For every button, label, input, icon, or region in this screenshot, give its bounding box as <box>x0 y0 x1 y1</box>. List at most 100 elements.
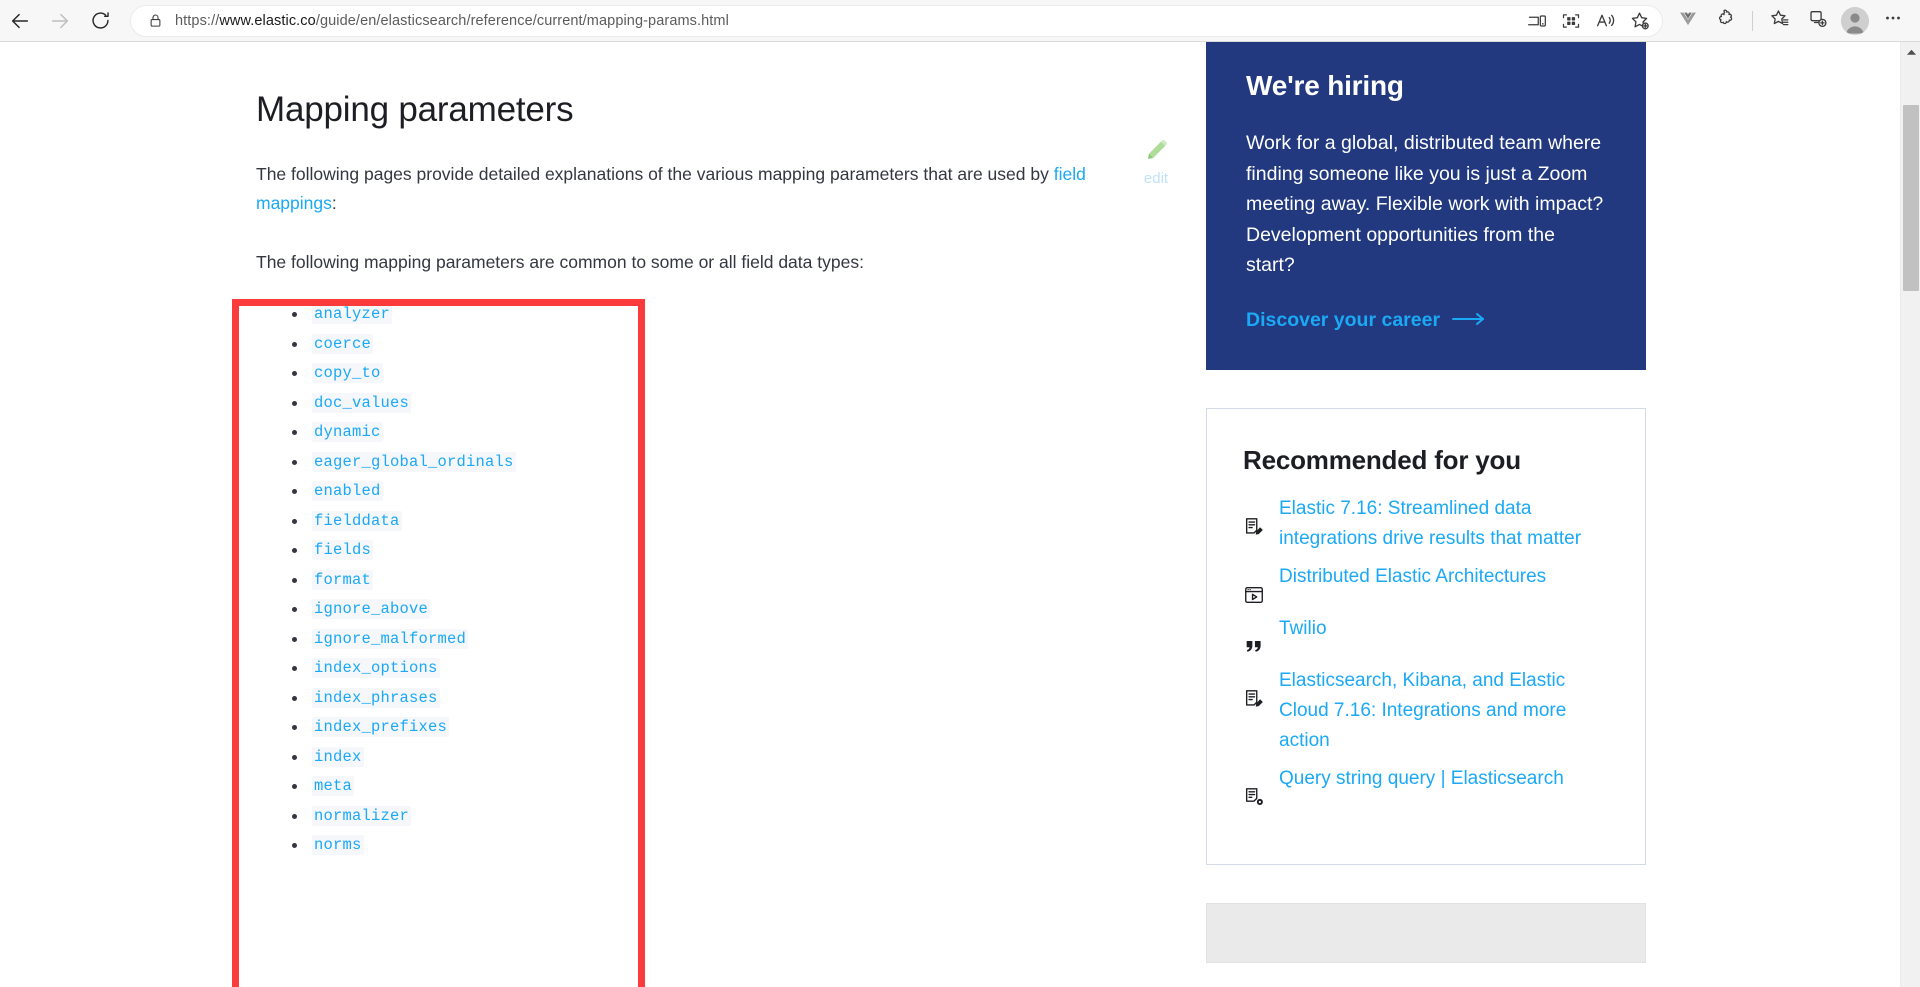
extensions-button[interactable] <box>1707 2 1745 40</box>
hiring-promo-card: We're hiring Work for a global, distribu… <box>1206 42 1646 370</box>
list-item-label: Elastic 7.16: Streamlined data integrati… <box>1279 497 1582 549</box>
extensions-icon <box>1716 8 1736 33</box>
list-item: norms <box>292 830 1156 860</box>
edit-link-label: edit <box>1143 170 1169 187</box>
hiring-card-body: Work for a global, distributed team wher… <box>1246 132 1604 276</box>
list-item-label: Twilio <box>1279 617 1327 639</box>
param-link-index-phrases[interactable]: index_phrases <box>312 687 440 708</box>
toolbar-divider <box>1752 10 1753 31</box>
profile-button[interactable] <box>1836 2 1874 40</box>
video-webinar-icon <box>1243 584 1265 606</box>
collections-button[interactable] <box>1798 2 1836 40</box>
favorites-button[interactable] <box>1760 2 1798 40</box>
param-link-index-prefixes[interactable]: index_prefixes <box>312 717 450 737</box>
page-viewport: Mapping parameters The following pages p… <box>0 42 1920 987</box>
forward-button[interactable] <box>40 1 80 41</box>
article-column: Mapping parameters The following pages p… <box>256 42 1156 860</box>
scroll-up-arrow-icon[interactable] <box>1901 42 1920 62</box>
browser-toolbar: https://www.elastic.co/guide/en/elastics… <box>0 0 1920 42</box>
read-aloud-icon[interactable] <box>1588 6 1622 36</box>
list-item: ignore_above <box>292 594 1156 624</box>
param-link-index-options[interactable]: index_options <box>312 658 440 678</box>
long-right-arrow-icon <box>1452 309 1486 332</box>
right-sidebar: We're hiring Work for a global, distribu… <box>1206 42 1646 963</box>
list-item[interactable]: Elasticsearch, Kibana, and Elastic Cloud… <box>1243 666 1609 756</box>
list-item: coerce <box>292 329 1156 359</box>
forward-arrow-icon <box>49 10 71 32</box>
list-item: format <box>292 565 1156 595</box>
vue-devtools-icon <box>1678 8 1698 33</box>
edit-page-link[interactable]: edit <box>1126 138 1186 187</box>
intro-paragraph: The following pages provide detailed exp… <box>256 160 1156 218</box>
list-item: index_options <box>292 653 1156 683</box>
param-link-index[interactable]: index <box>312 746 364 767</box>
split-screen-icon[interactable] <box>1554 6 1588 36</box>
param-link-doc-values[interactable]: doc_values <box>312 392 412 413</box>
mapping-parameter-list: analyzer coerce copy_to doc_values dynam… <box>256 299 1156 860</box>
param-link-normalizer[interactable]: normalizer <box>312 805 412 826</box>
list-item: enabled <box>292 476 1156 506</box>
settings-and-more-icon <box>1883 8 1903 33</box>
reload-button[interactable] <box>80 1 120 41</box>
list-item-label: Query string query | Elasticsearch <box>1279 767 1564 789</box>
list-item: copy_to <box>292 358 1156 388</box>
pencil-icon <box>1143 139 1169 168</box>
discover-your-career-link[interactable]: Discover your career <box>1246 309 1486 332</box>
list-item: dynamic <box>292 417 1156 447</box>
param-link-copy-to[interactable]: copy_to <box>312 363 383 383</box>
quote-icon <box>1243 636 1265 658</box>
address-bar[interactable]: https://www.elastic.co/guide/en/elastics… <box>130 4 1663 37</box>
back-button[interactable] <box>0 1 40 41</box>
list-item[interactable]: Distributed Elastic Architectures <box>1243 562 1609 606</box>
docs-reference-icon <box>1243 786 1265 808</box>
list-item: index <box>292 742 1156 772</box>
cast-to-device-icon[interactable] <box>1520 6 1554 36</box>
profile-avatar-icon <box>1841 6 1869 35</box>
scrollbar-thumb[interactable] <box>1903 105 1919 291</box>
list-item: meta <box>292 771 1156 801</box>
list-item: doc_values <box>292 388 1156 418</box>
list-item[interactable]: Twilio <box>1243 614 1609 658</box>
recommended-card-title: Recommended for you <box>1243 444 1521 475</box>
param-link-fielddata[interactable]: fielddata <box>312 510 402 531</box>
collections-icon <box>1807 8 1828 34</box>
page-scrollbar[interactable] <box>1900 42 1920 987</box>
vue-devtools-button[interactable] <box>1669 2 1707 40</box>
lock-icon <box>145 6 165 36</box>
list-item-label: Distributed Elastic Architectures <box>1279 565 1547 587</box>
recommended-card: Recommended for you Elastic 7.16: Stream… <box>1206 407 1646 865</box>
param-link-enabled[interactable]: enabled <box>312 481 383 501</box>
param-link-coerce[interactable]: coerce <box>312 333 374 354</box>
blog-post-icon <box>1243 516 1265 538</box>
param-link-fields[interactable]: fields <box>312 540 374 560</box>
param-link-format[interactable]: format <box>312 569 374 590</box>
list-item[interactable]: Elastic 7.16: Streamlined data integrati… <box>1243 494 1609 554</box>
add-favorite-icon[interactable] <box>1622 6 1656 36</box>
settings-and-more-button[interactable] <box>1874 2 1912 40</box>
intro-paragraph-text-before: The following pages provide detailed exp… <box>256 164 1054 184</box>
list-item: fields <box>292 535 1156 565</box>
url-text[interactable]: https://www.elastic.co/guide/en/elastics… <box>175 13 1520 29</box>
param-link-meta[interactable]: meta <box>312 776 355 796</box>
list-item[interactable]: Query string query | Elasticsearch <box>1243 764 1609 808</box>
param-link-ignore-above[interactable]: ignore_above <box>312 599 431 619</box>
list-item: ignore_malformed <box>292 624 1156 654</box>
param-link-analyzer[interactable]: analyzer <box>312 304 393 324</box>
page-title: Mapping parameters <box>256 90 574 129</box>
blog-post-icon <box>1243 688 1265 710</box>
param-link-dynamic[interactable]: dynamic <box>312 422 383 442</box>
reload-icon <box>90 10 111 31</box>
favorites-icon <box>1769 8 1790 34</box>
back-arrow-icon <box>9 10 31 32</box>
list-item: index_phrases <box>292 683 1156 713</box>
intro-paragraph-text-after: : <box>331 193 337 213</box>
param-link-ignore-malformed[interactable]: ignore_malformed <box>312 628 469 649</box>
list-item: normalizer <box>292 801 1156 831</box>
discover-your-career-label: Discover your career <box>1246 308 1441 331</box>
list-item: fielddata <box>292 506 1156 536</box>
param-link-eager-global-ordinals[interactable]: eager_global_ordinals <box>312 451 516 472</box>
list-item: eager_global_ordinals <box>292 447 1156 477</box>
param-link-norms[interactable]: norms <box>312 835 364 855</box>
list-intro-paragraph: The following mapping parameters are com… <box>256 252 864 272</box>
bottom-placeholder-card <box>1206 902 1646 963</box>
